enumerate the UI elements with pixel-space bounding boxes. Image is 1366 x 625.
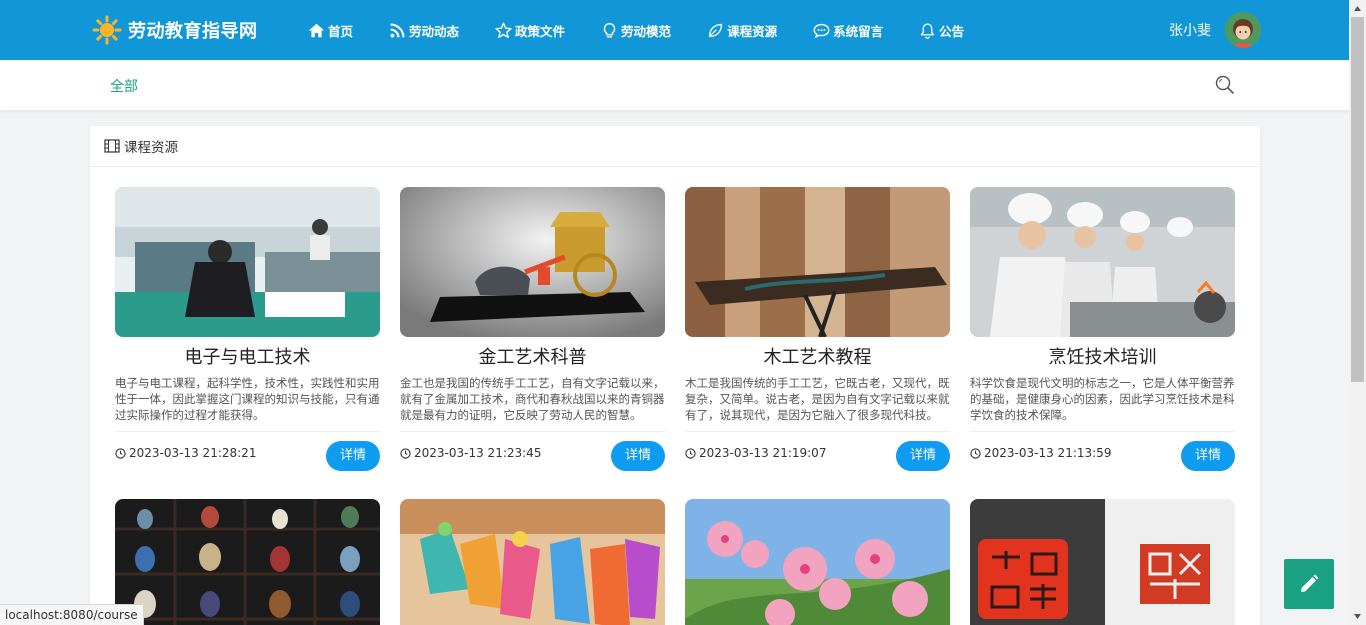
clock-icon: [970, 447, 981, 459]
course-date-text: 2023-03-13 21:19:07: [699, 446, 827, 460]
card-meta: 2023-03-13 21:19:07 详情: [685, 432, 950, 474]
sun-icon: [92, 15, 122, 45]
user-menu[interactable]: 张小斐: [1169, 12, 1261, 48]
chat-icon: [813, 23, 830, 38]
detail-button[interactable]: 详情: [611, 441, 665, 471]
nav-item-label: 系统留言: [833, 23, 884, 39]
nav-item-news[interactable]: 劳动动态: [381, 0, 467, 60]
avatar-image: [1225, 12, 1261, 48]
card-meta: 2023-03-13 21:23:45 详情: [400, 432, 665, 474]
course-title[interactable]: 木工艺术教程: [685, 347, 950, 369]
detail-button[interactable]: 详情: [326, 441, 380, 471]
brand-title: 劳动教育指导网: [128, 21, 258, 42]
nav-item-messages[interactable]: 系统留言: [805, 0, 891, 60]
user-name: 张小斐: [1169, 23, 1211, 39]
panel-title: 课程资源: [124, 140, 178, 156]
film-icon: [104, 139, 120, 153]
detail-button[interactable]: 详情: [1181, 441, 1235, 471]
card-meta: 2023-03-13 21:28:21 详情: [115, 432, 380, 474]
course-image-flowers[interactable]: [685, 499, 950, 625]
course-image-ceramics[interactable]: [115, 499, 380, 625]
course-image-electronics[interactable]: [115, 187, 380, 337]
nav-item-label: 首页: [328, 23, 354, 39]
main-nav: 首页 劳动动态 政策文件 劳动模范 课程资源 系统留言 公告: [300, 0, 992, 60]
course-card: 烹饪技术培训 科学饮食是现代文明的标志之一，它是人体平衡营养的基础，是健康身心的…: [970, 187, 1235, 474]
nav-item-label: 政策文件: [515, 23, 566, 39]
clock-icon: [115, 447, 126, 459]
avatar[interactable]: [1225, 12, 1261, 48]
course-date: 2023-03-13 21:28:21: [115, 446, 256, 460]
top-navbar: 劳动教育指导网 首页 劳动动态 政策文件 劳动模范 课程资源 系统留言 公告 张…: [0, 0, 1349, 60]
detail-button[interactable]: 详情: [896, 441, 950, 471]
course-card: 金工艺术科普 金工也是我国的传统手工工艺，自有文字记载以来，就有了金属加工技术，…: [400, 187, 665, 474]
nav-item-home[interactable]: 首页: [300, 0, 361, 60]
course-image-metalwork[interactable]: [400, 187, 665, 337]
nav-item-models[interactable]: 劳动模范: [593, 0, 679, 60]
card-meta: 2023-03-13 21:13:59 详情: [970, 432, 1235, 474]
leaf-icon: [708, 23, 723, 37]
course-date-text: 2023-03-13 21:13:59: [984, 446, 1112, 460]
nav-item-label: 公告: [939, 23, 965, 39]
nav-item-policy[interactable]: 政策文件: [487, 0, 573, 60]
course-title[interactable]: 电子与电工技术: [115, 347, 380, 369]
course-desc: 电子与电工课程，起科学性，技术性，实践性和实用性于一体，因此掌握这门课程的知识与…: [115, 376, 380, 422]
course-desc: 科学饮食是现代文明的标志之一，它是人体平衡营养的基础，是健康身心的因素，因此学习…: [970, 376, 1235, 422]
nav-item-label: 劳动模范: [621, 23, 672, 39]
lightbulb-icon: [603, 22, 616, 38]
course-date: 2023-03-13 21:13:59: [970, 446, 1111, 460]
scroll-up-icon[interactable]: [1353, 4, 1362, 13]
page-scrollbar[interactable]: [1349, 0, 1366, 625]
course-date-text: 2023-03-13 21:28:21: [129, 446, 257, 460]
course-card: 电子与电工技术 电子与电工课程，起科学性，技术性，实践性和实用性于一体，因此掌握…: [115, 187, 380, 474]
rss-icon: [390, 23, 405, 37]
status-url-bar: localhost:8080/course: [0, 604, 144, 625]
course-date: 2023-03-13 21:23:45: [400, 446, 541, 460]
home-icon: [308, 23, 325, 37]
brand[interactable]: 劳动教育指导网: [92, 14, 258, 46]
nav-item-label: 课程资源: [727, 23, 778, 39]
scroll-down-icon[interactable]: [1353, 612, 1362, 621]
course-image-papercraft[interactable]: [400, 499, 665, 625]
clock-icon: [685, 447, 696, 459]
filter-all[interactable]: 全部: [110, 76, 138, 96]
course-title[interactable]: 金工艺术科普: [400, 347, 665, 369]
nav-item-notice[interactable]: 公告: [911, 0, 972, 60]
pencil-icon: [1301, 574, 1319, 592]
course-date-text: 2023-03-13 21:23:45: [414, 446, 542, 460]
scrollbar-thumb[interactable]: [1351, 17, 1364, 382]
edit-button[interactable]: [1284, 559, 1334, 609]
course-card: [685, 499, 950, 625]
nav-item-courses[interactable]: 课程资源: [699, 0, 785, 60]
course-desc: 木工是我国传统的手工工艺，它既古老，又现代，既复杂，又简单。说古老，是因为自有文…: [685, 376, 950, 422]
course-image-seal[interactable]: [970, 499, 1235, 625]
nav-item-label: 劳动动态: [409, 23, 460, 39]
course-image-cooking[interactable]: [970, 187, 1235, 337]
course-image-woodwork[interactable]: [685, 187, 950, 337]
course-card: [115, 499, 380, 625]
search-icon[interactable]: [1214, 74, 1236, 96]
course-title[interactable]: 烹饪技术培训: [970, 347, 1235, 369]
course-panel: 课程资源 电子与电工技术 电子与电工课程，起科学性，技术性，实践性和实用性于一体…: [90, 126, 1260, 625]
course-date: 2023-03-13 21:19:07: [685, 446, 826, 460]
panel-header: 课程资源: [90, 126, 1260, 167]
clock-icon: [400, 447, 411, 459]
course-card: [400, 499, 665, 625]
course-desc: 金工也是我国的传统手工工艺，自有文字记载以来，就有了金属加工技术，商代和春秋战国…: [400, 376, 665, 422]
course-card: [970, 499, 1235, 625]
course-card: 木工艺术教程 木工是我国传统的手工工艺，它既古老，又现代，既复杂，又简单。说古老…: [685, 187, 950, 474]
bell-icon: [920, 22, 935, 39]
star-icon: [495, 22, 512, 38]
category-filter-bar: 全部: [0, 60, 1349, 110]
